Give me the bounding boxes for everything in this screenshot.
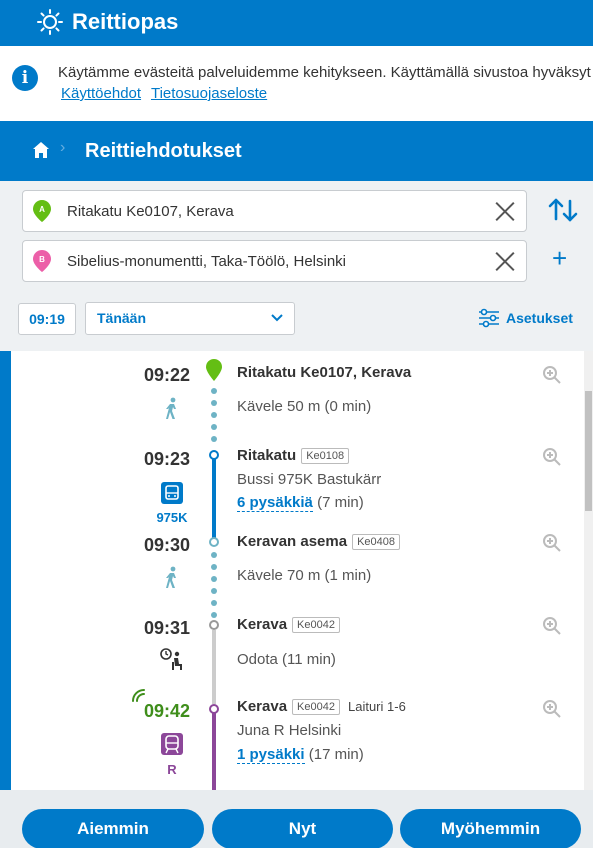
selected-itinerary-bar [0, 351, 11, 790]
leg-duration: (7 min) [312, 494, 364, 511]
settings-button[interactable]: Asetukset [478, 307, 573, 329]
cookie-links: Käyttöehdot Tietosuojaseloste [61, 85, 273, 102]
leg-stop[interactable]: Kerava Ke0042 [237, 616, 340, 634]
time-input[interactable]: 09:19 [18, 303, 76, 335]
leg-desc: Bussi 975K Bastukärr [237, 471, 382, 488]
earlier-button[interactable]: Aiemmin [22, 809, 204, 848]
leg-stop[interactable]: Keravan asema Ke0408 [237, 533, 401, 551]
page-title: Reittiehdotukset [85, 140, 242, 162]
scrollbar-thumb[interactable] [585, 391, 592, 511]
leg-stops: 1 pysäkki (17 min) [237, 746, 364, 764]
app-header: Reittiopas [0, 0, 593, 44]
destination-badge: B [39, 255, 45, 264]
origin-pin-icon: A [33, 200, 51, 222]
clear-destination-icon[interactable] [494, 250, 516, 272]
bus-icon [161, 482, 183, 504]
stop-code: Ke0408 [352, 534, 401, 551]
destination-value: Sibelius-monumentti, Taka-Töölö, Helsink… [67, 252, 347, 270]
breadcrumb: › Reittiehdotukset [0, 121, 593, 181]
cookie-banner: i Käytämme evästeitä palveluidemme kehit… [0, 44, 593, 121]
origin-field[interactable]: A Ritakatu Ke0107, Kerava [22, 190, 527, 232]
sliders-icon [479, 308, 499, 328]
info-icon: i [12, 65, 38, 91]
leg-time: 09:31 [143, 618, 190, 638]
stop-code: Ke0042 [292, 617, 340, 634]
terms-link[interactable]: Käyttöehdot [61, 85, 141, 102]
zoom-icon[interactable] [542, 616, 562, 636]
train-icon [161, 733, 183, 755]
zoom-icon[interactable] [542, 533, 562, 553]
leg-time: 09:22 [143, 365, 190, 385]
date-value: Tänään [97, 310, 147, 326]
walk-icon [166, 397, 176, 419]
app-title[interactable]: Reittiopas [72, 9, 178, 35]
date-select[interactable]: Tänään [85, 302, 295, 335]
stops-link[interactable]: 1 pysäkki [237, 746, 305, 764]
leg-time: 09:30 [143, 535, 190, 555]
chevron-down-icon [271, 314, 283, 322]
stop-name: Ritakatu [237, 447, 297, 464]
sun-logo-icon[interactable] [36, 8, 64, 36]
stop-code: Ke0042 [292, 699, 340, 716]
leg-stops: 6 pysäkkiä (7 min) [237, 494, 364, 512]
scrollbar[interactable] [584, 351, 593, 790]
route-label: 975K [156, 510, 188, 525]
leg-desc: Kävele 70 m (1 min) [237, 567, 372, 584]
zoom-icon[interactable] [542, 365, 562, 385]
chevron-right-icon: › [60, 139, 66, 156]
footer-bar: Aiemmin Nyt Myöhemmin [0, 790, 593, 848]
zoom-icon[interactable] [542, 699, 562, 719]
leg-time: 09:23 [143, 449, 190, 469]
cookie-text: Käytämme evästeitä palveluidemme kehityk… [58, 64, 593, 81]
settings-label: Asetukset [506, 310, 573, 326]
stop-name: Keravan asema [237, 533, 348, 550]
swap-icon[interactable] [547, 197, 579, 223]
leg-desc: Kävele 50 m (0 min) [237, 398, 372, 415]
route-label: R [167, 762, 177, 777]
walk-icon [166, 566, 176, 588]
stop-code: Ke0108 [301, 448, 350, 465]
later-button[interactable]: Myöhemmin [400, 809, 581, 848]
now-button[interactable]: Nyt [212, 809, 393, 848]
clear-origin-icon[interactable] [494, 200, 516, 222]
origin-badge: A [39, 205, 45, 214]
leg-duration: (17 min) [304, 746, 364, 763]
platform-label: Laituri 1-6 [347, 699, 406, 714]
privacy-link[interactable]: Tietosuojaseloste [151, 85, 267, 102]
origin-value: Ritakatu Ke0107, Kerava [67, 202, 234, 220]
leg-stop[interactable]: Ritakatu Ke0107, Kerava [237, 364, 411, 381]
destination-field[interactable]: B Sibelius-monumentti, Taka-Töölö, Helsi… [22, 240, 527, 282]
home-icon[interactable] [32, 141, 50, 159]
destination-pin-icon: B [33, 250, 51, 272]
stop-name: Kerava [237, 616, 288, 633]
leg-desc: Juna R Helsinki [237, 722, 342, 739]
wait-icon [160, 648, 182, 670]
stop-name: Kerava [237, 698, 288, 715]
leg-stop[interactable]: Kerava Ke0042 Laituri 1-6 [237, 698, 406, 716]
leg-desc: Odota (11 min) [237, 651, 336, 668]
add-via-point-icon[interactable]: + [552, 245, 567, 271]
stops-link[interactable]: 6 pysäkkiä [237, 494, 313, 512]
leg-stop[interactable]: Ritakatu Ke0108 [237, 447, 350, 465]
itinerary-panel: 09:22 Ritakatu Ke0107, Kerava Kävele 50 … [0, 351, 593, 790]
zoom-icon[interactable] [542, 447, 562, 467]
route-timeline [206, 359, 222, 790]
leg-time-realtime: 09:42 [143, 701, 190, 721]
